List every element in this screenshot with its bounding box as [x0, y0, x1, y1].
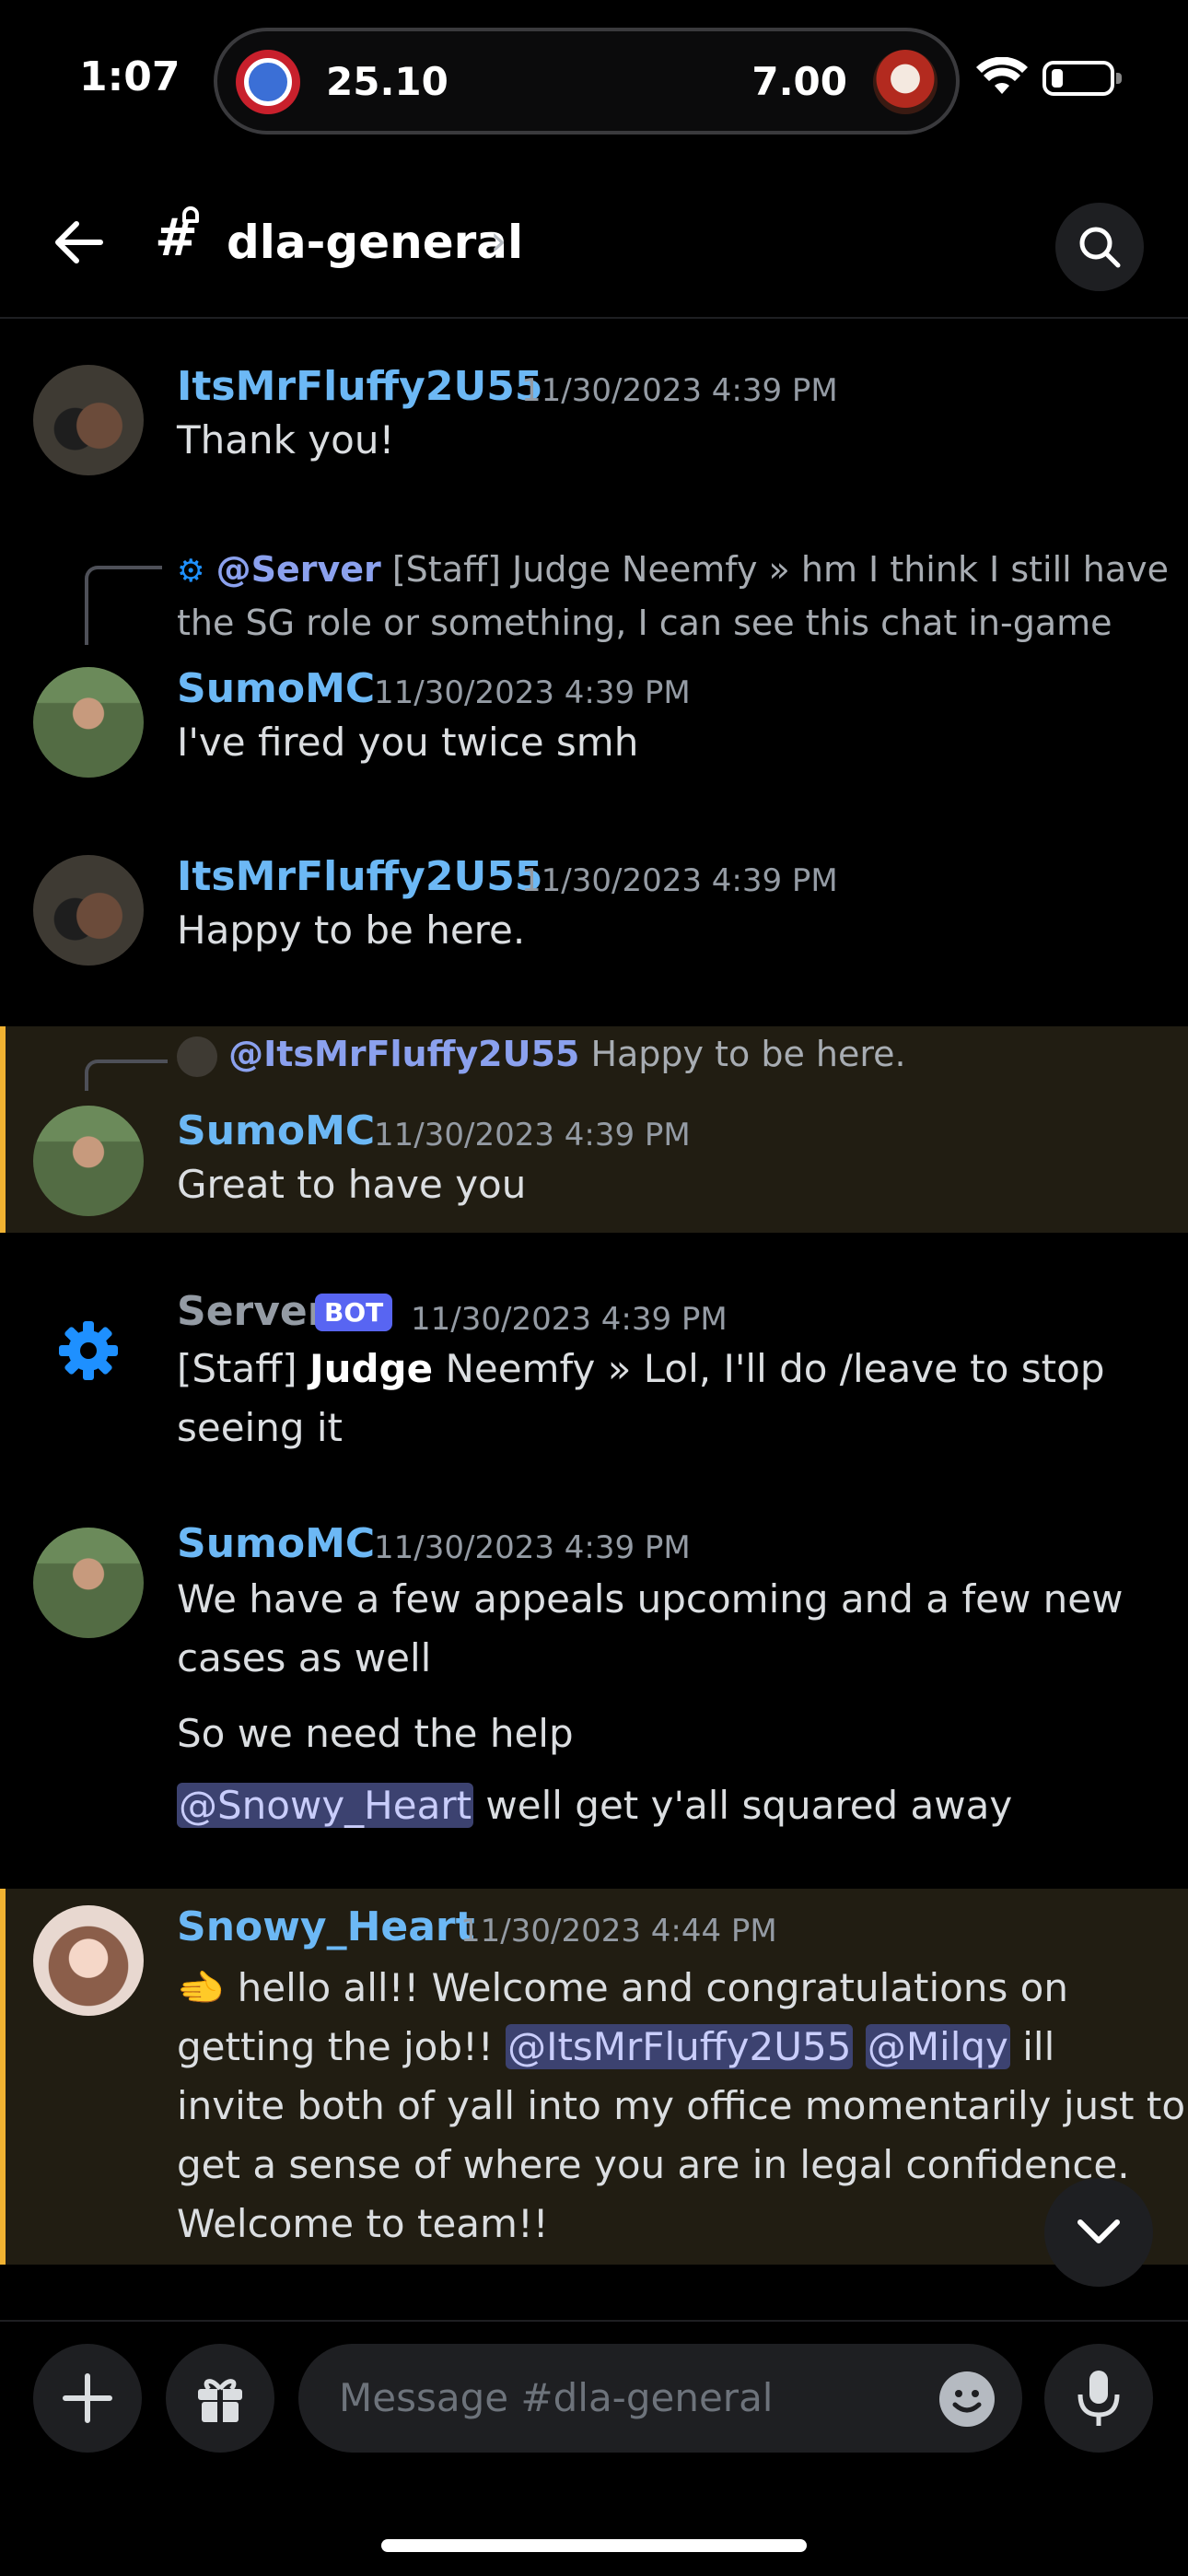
avatar[interactable] — [33, 365, 144, 475]
avatar[interactable] — [33, 1905, 144, 2016]
gear-icon: ⚙ — [177, 553, 205, 590]
message-highlighted[interactable]: @ItsMrFluffy2U55 Happy to be here. SumoM… — [0, 1026, 1188, 1233]
team-logo-icon — [236, 50, 300, 114]
clock: 1:07 — [79, 53, 181, 100]
bot-badge: BOT — [315, 1294, 393, 1331]
timestamp: 11/30/2023 4:39 PM — [521, 372, 838, 409]
back-button[interactable] — [46, 210, 111, 275]
text-fragment: invite both of yall into my office momen… — [177, 2083, 1186, 2128]
reply-text: Happy to be here. — [590, 1034, 906, 1074]
text-fragment: 🫲 hello all!! Welcome and congratulation… — [177, 1965, 1068, 2010]
reply-connector — [85, 1060, 168, 1091]
microphone-icon — [1077, 2371, 1120, 2426]
text-fragment: getting the job!! — [177, 2024, 507, 2069]
username[interactable]: Server — [177, 1288, 327, 1335]
message[interactable]: ItsMrFluffy2U55 11/30/2023 4:39 PM Happy… — [0, 849, 1188, 988]
plus-icon — [63, 2373, 112, 2423]
home-indicator[interactable] — [381, 2539, 807, 2552]
text-fragment: Welcome to team!! — [177, 2201, 549, 2246]
reply-text: [Staff] Judge Neemfy » hm I think I stil… — [391, 549, 1170, 590]
reply-preview[interactable]: ⚙ @Server [Staff] Judge Neemfy » hm I th… — [177, 544, 1169, 649]
jump-to-bottom-button[interactable] — [1044, 2178, 1153, 2287]
message-text: Great to have you — [177, 1162, 527, 1207]
message-text: 🫲 hello all!! Welcome and congratulation… — [177, 1959, 1185, 2254]
lock-icon — [182, 206, 199, 223]
reply-preview[interactable]: @ItsMrFluffy2U55 Happy to be here. — [177, 1028, 906, 1080]
username[interactable]: Snowy_Heart — [177, 1903, 475, 1950]
message-input[interactable]: Message #dla-general — [298, 2344, 1022, 2453]
opponent-logo-icon — [873, 50, 938, 114]
message[interactable]: SumoMC 11/30/2023 4:39 PM We have a few … — [0, 1513, 1188, 1828]
text-fragment: seeing it — [177, 1405, 343, 1450]
message-text: @Snowy_Heart well get y'all squared away — [177, 1776, 1012, 1835]
message[interactable]: ItsMrFluffy2U55 11/30/2023 4:39 PM Thank… — [0, 359, 1188, 498]
message[interactable]: ⚙ @Server [Staff] Judge Neemfy » hm I th… — [0, 534, 1188, 811]
channel-header: # dla-general › — [0, 175, 1188, 319]
avatar[interactable] — [33, 855, 144, 966]
message-text: Happy to be here. — [177, 907, 526, 953]
avatar[interactable] — [33, 1106, 144, 1216]
chevron-right-icon[interactable]: › — [490, 216, 507, 265]
wifi-icon — [976, 57, 1028, 94]
user-mention[interactable]: @ItsMrFluffy2U55 — [506, 2024, 854, 2069]
message-text: So we need the help — [177, 1711, 574, 1756]
gift-icon — [198, 2379, 242, 2422]
timestamp: 11/30/2023 4:39 PM — [521, 862, 838, 899]
username[interactable]: SumoMC — [177, 1107, 375, 1154]
battery-icon — [1042, 61, 1122, 96]
left-score: 25.10 — [326, 59, 448, 104]
smiley-face-icon — [952, 2390, 982, 2413]
attach-button[interactable] — [33, 2344, 142, 2453]
timestamp: 11/30/2023 4:39 PM — [374, 674, 691, 711]
username[interactable]: SumoMC — [177, 665, 375, 712]
message-text: [Staff] Judge Neemfy » Lol, I'll do /lea… — [177, 1340, 1104, 1458]
message-text: We have a few appeals upcoming and a few… — [177, 1570, 1123, 1688]
live-activity-island[interactable]: 25.10 7.00 — [214, 28, 960, 135]
user-mention[interactable]: @Milqy — [865, 2024, 1010, 2069]
search-icon — [1079, 227, 1121, 268]
reply-author: @ItsMrFluffy2U55 — [228, 1034, 580, 1074]
message-composer: Message #dla-general — [0, 2320, 1188, 2486]
locked-channel-icon: # — [155, 206, 199, 268]
text-fragment: get a sense of where you are in legal co… — [177, 2142, 1130, 2187]
text-fragment: [Staff] — [177, 1346, 309, 1391]
bot-avatar[interactable] — [33, 1295, 144, 1406]
user-mention[interactable]: @Snowy_Heart — [177, 1783, 474, 1828]
avatar[interactable] — [33, 667, 144, 778]
emoji-icon[interactable] — [939, 2371, 995, 2427]
timestamp: 11/30/2023 4:44 PM — [460, 1913, 777, 1950]
message[interactable]: Server BOT 11/30/2023 4:39 PM [Staff] Ju… — [0, 1281, 1188, 1465]
text-fragment: cases as well — [177, 1635, 432, 1680]
message-text: Thank you! — [177, 417, 395, 463]
text-fragment: ill — [1009, 2024, 1055, 2069]
timestamp: 11/30/2023 4:39 PM — [374, 1117, 691, 1153]
message-placeholder: Message #dla-general — [339, 2375, 774, 2420]
reply-text-continued: the SG role or something, I can see this… — [177, 603, 1112, 643]
status-bar: 1:07 25.10 7.00 — [0, 0, 1188, 157]
text-fragment: well get y'all squared away — [473, 1783, 1013, 1828]
username[interactable]: SumoMC — [177, 1520, 375, 1567]
chevron-down-icon — [1077, 2219, 1120, 2243]
message-highlighted[interactable]: Snowy_Heart 11/30/2023 4:44 PM 🫲 hello a… — [0, 1889, 1188, 2265]
gear-icon — [59, 1321, 118, 1380]
message-text: I've fired you twice smh — [177, 720, 639, 765]
username[interactable]: ItsMrFluffy2U55 — [177, 853, 542, 900]
username[interactable]: ItsMrFluffy2U55 — [177, 363, 542, 410]
voice-message-button[interactable] — [1044, 2344, 1153, 2453]
search-button[interactable] — [1055, 203, 1144, 291]
avatar[interactable] — [33, 1528, 144, 1638]
gift-button[interactable] — [166, 2344, 274, 2453]
text-fragment: We have a few appeals upcoming and a few… — [177, 1576, 1124, 1622]
timestamp: 11/30/2023 4:39 PM — [374, 1529, 691, 1566]
arrow-left-icon — [55, 221, 103, 263]
reply-avatar-icon — [177, 1036, 217, 1077]
channel-name[interactable]: dla-general — [227, 216, 523, 269]
reply-connector — [85, 566, 162, 645]
timestamp: 11/30/2023 4:39 PM — [411, 1301, 728, 1338]
reply-author: @Server — [215, 549, 381, 590]
bold-text: Judge — [309, 1346, 434, 1391]
text-fragment: Neemfy » Lol, I'll do /leave to stop — [433, 1346, 1105, 1391]
right-score: 7.00 — [751, 59, 847, 104]
